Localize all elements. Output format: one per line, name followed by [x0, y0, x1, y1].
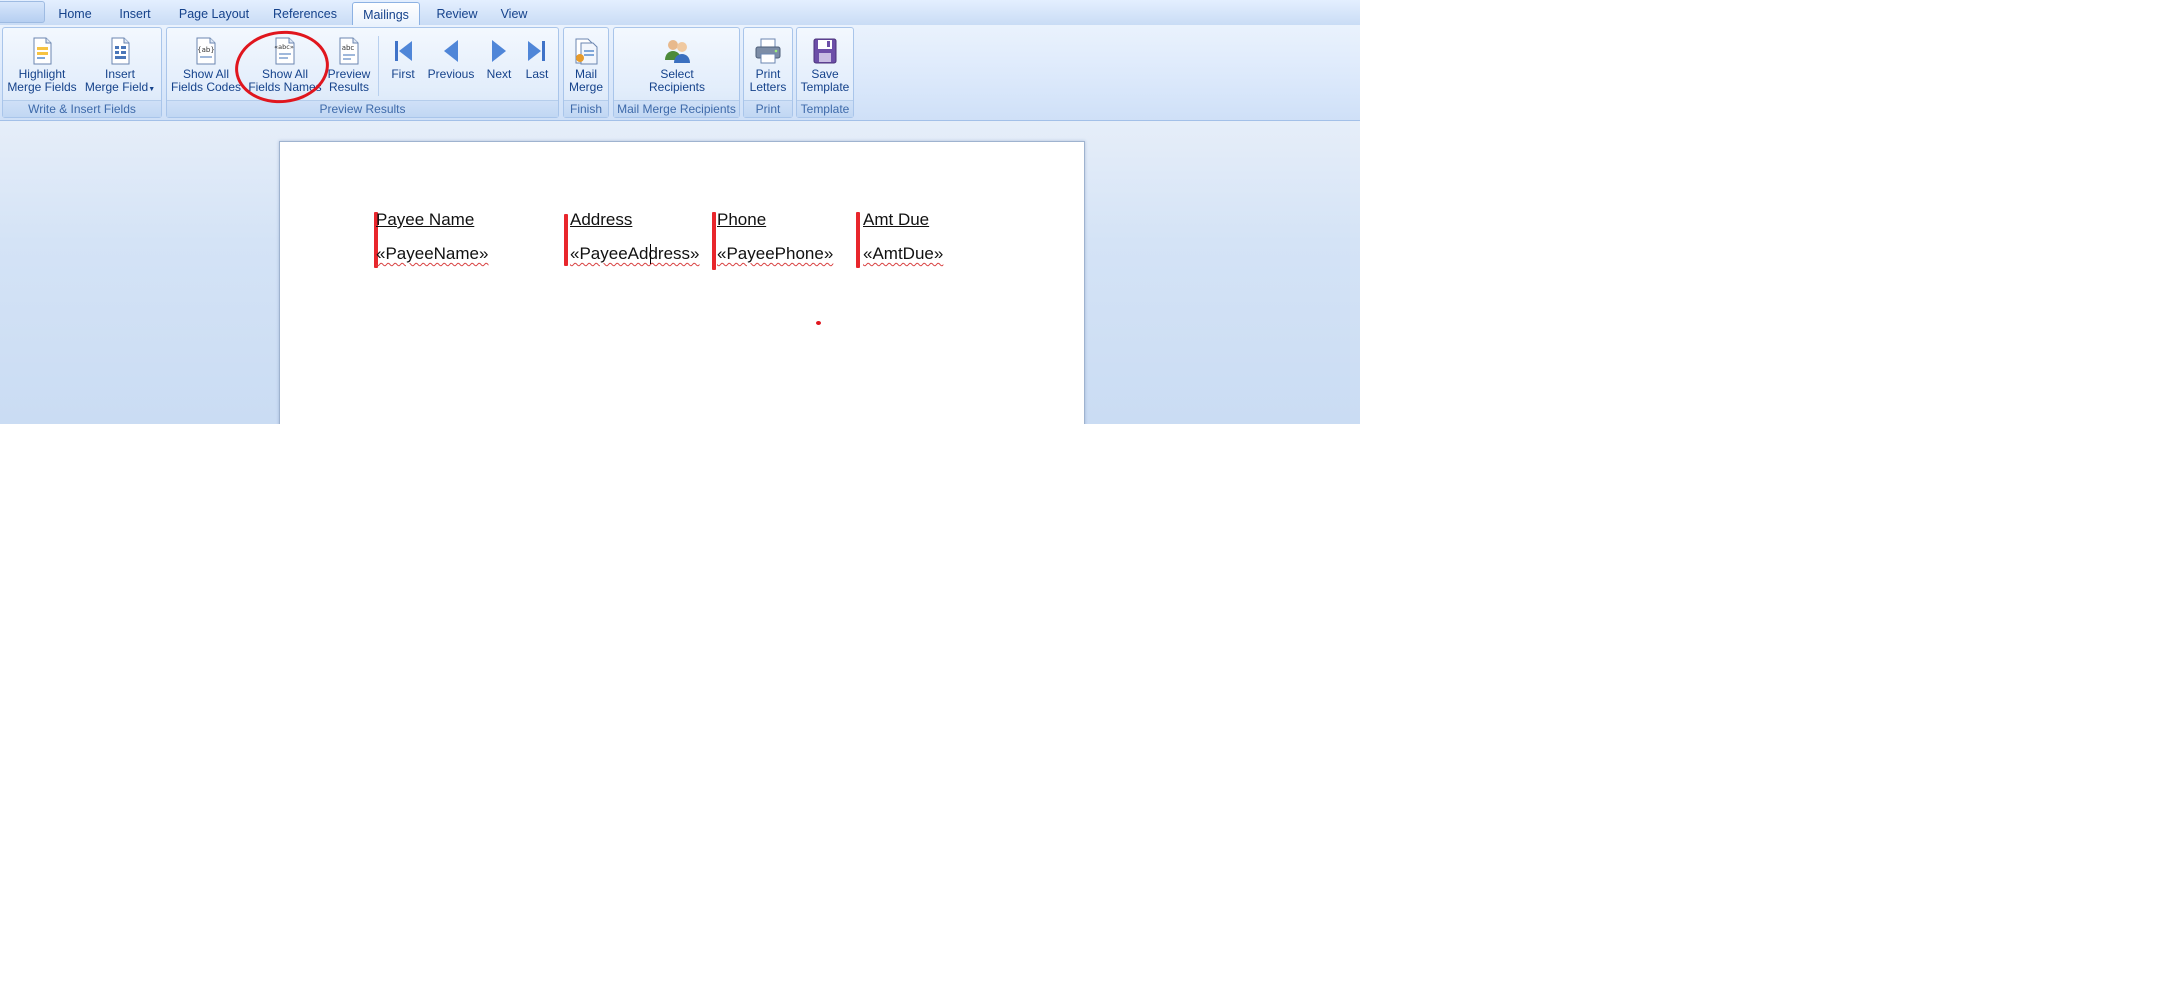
field-codes-icon: {ab} [196, 37, 216, 65]
insert-label-line2: Merge Field▼ [83, 81, 157, 96]
preview-label-line2: Results [328, 80, 369, 94]
next-record-icon [492, 40, 506, 62]
next-record-button[interactable]: Next [479, 30, 519, 100]
preview-results-button[interactable]: abc Preview Results [325, 30, 373, 100]
printer-icon [755, 38, 781, 64]
save-template-button[interactable]: Save Template [799, 30, 851, 100]
merge-field-payee-name[interactable]: «PayeeName» [376, 244, 488, 264]
tab-insert[interactable]: Insert [112, 5, 158, 24]
select-recipients-button[interactable]: Select Recipients [634, 30, 720, 100]
print-letters-button[interactable]: Print Letters [745, 30, 791, 100]
mail-merge-button[interactable]: Mail Merge [565, 30, 607, 100]
save-template-label-line2: Template [800, 80, 850, 94]
tab-mailings[interactable]: Mailings [352, 2, 420, 26]
save-disk-icon [813, 38, 837, 64]
first-record-button[interactable]: First [383, 30, 423, 100]
merge-marker-amt-due [856, 212, 860, 268]
next-label: Next [486, 67, 512, 81]
highlight-merge-fields-button[interactable]: Highlight Merge Fields [5, 30, 79, 100]
red-dot-mark [816, 321, 821, 325]
mail-merge-label-line2: Merge [568, 80, 603, 94]
first-label: First [391, 67, 415, 81]
preview-group-separator [378, 36, 379, 96]
previous-record-icon [444, 40, 458, 62]
tab-view[interactable]: View [494, 5, 534, 24]
insert-label-text: Merge Field [84, 80, 149, 94]
group-label-preview-results: Preview Results [167, 100, 558, 117]
group-label-recipients: Mail Merge Recipients [614, 100, 739, 117]
group-label-finish: Finish [564, 100, 608, 117]
group-finish: Mail Merge Finish [563, 27, 609, 118]
preview-icon-text: abc [342, 44, 355, 52]
highlight-fields-icon [33, 37, 52, 65]
show-codes-label-line2: Fields Codes [170, 80, 242, 94]
merge-field-payee-address[interactable]: «PayeeAddress» [570, 244, 699, 264]
last-record-button[interactable]: Last [517, 30, 557, 100]
group-mail-merge-recipients: Select Recipients Mail Merge Recipients [613, 27, 740, 118]
previous-label: Previous [427, 67, 475, 81]
insert-field-icon [111, 37, 130, 65]
header-amt-due[interactable]: Amt Due [863, 210, 929, 230]
previous-record-button[interactable]: Previous [423, 30, 479, 100]
ribbon-tab-strip: Home Insert Page Layout References Maili… [0, 0, 1360, 26]
text-cursor [650, 244, 651, 264]
last-label: Last [525, 67, 549, 81]
group-write-insert-fields: Highlight Merge Fields Insert Merge Fiel… [2, 27, 162, 118]
highlight-label-line2: Merge Fields [7, 80, 77, 94]
select-recipients-label-line2: Recipients [648, 80, 706, 94]
tab-review[interactable]: Review [432, 5, 482, 24]
header-address[interactable]: Address [570, 210, 632, 230]
insert-merge-field-button[interactable]: Insert Merge Field▼ [83, 30, 157, 100]
group-label-print: Print [744, 100, 792, 117]
group-print: Print Letters Print [743, 27, 793, 118]
dropdown-arrow-icon: ▼ [148, 86, 156, 93]
tab-home[interactable]: Home [52, 5, 98, 24]
mail-merge-icon [575, 38, 598, 65]
ribbon: Highlight Merge Fields Insert Merge Fiel… [0, 25, 1360, 121]
group-template: Save Template Template [796, 27, 854, 118]
last-record-icon [528, 41, 545, 61]
group-preview-results: {ab} Show All Fields Codes «abc» Show Al… [166, 27, 559, 118]
document-page[interactable]: Payee Name Address Phone Amt Due «PayeeN… [279, 141, 1085, 424]
merge-marker-phone [712, 212, 716, 270]
first-record-icon [395, 41, 412, 61]
print-letters-label-line2: Letters [749, 80, 787, 94]
header-payee-name[interactable]: Payee Name [376, 210, 474, 230]
group-label-write-insert: Write & Insert Fields [3, 100, 161, 117]
mail-merge-editor: Home Insert Page Layout References Maili… [0, 0, 1360, 424]
recipients-icon [665, 40, 690, 63]
field-codes-icon-text: {ab} [197, 46, 215, 54]
merge-marker-address [564, 214, 568, 266]
document-workspace[interactable]: Payee Name Address Phone Amt Due «PayeeN… [0, 121, 1360, 424]
merge-field-payee-phone[interactable]: «PayeePhone» [717, 244, 833, 264]
tab-page-layout[interactable]: Page Layout [172, 5, 256, 24]
show-all-fields-codes-button[interactable]: {ab} Show All Fields Codes [169, 30, 243, 100]
merge-field-amt-due[interactable]: «AmtDue» [863, 244, 943, 264]
group-label-template: Template [797, 100, 853, 117]
header-phone[interactable]: Phone [717, 210, 766, 230]
application-menu-button[interactable] [0, 1, 45, 23]
preview-results-icon: abc [339, 37, 359, 65]
tab-references[interactable]: References [270, 5, 340, 24]
